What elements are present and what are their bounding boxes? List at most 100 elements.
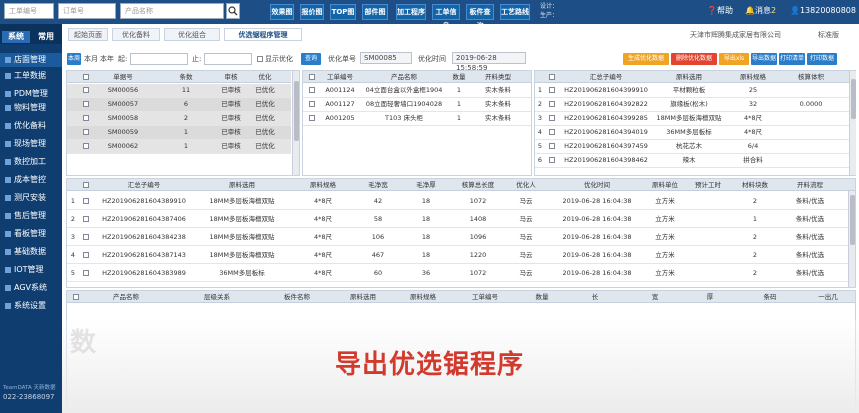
opt-no-field[interactable]: SM00085: [360, 52, 412, 64]
date-to-input[interactable]: [204, 53, 252, 65]
tab-common[interactable]: 常用: [32, 31, 60, 43]
sidebar-item-12[interactable]: IOT管理: [0, 263, 62, 277]
col4-cut-process[interactable]: 开料流程: [779, 179, 841, 191]
col-cut-type[interactable]: 开料类型: [473, 71, 523, 83]
table3-row[interactable]: 1 HZ201906281604399910 平材颗粒板 25: [535, 84, 849, 98]
col5-product-name[interactable]: 产品名称: [81, 291, 171, 303]
col4-spec[interactable]: 原料规格: [289, 179, 357, 191]
sidebar-item-8[interactable]: 测尺安装: [0, 191, 62, 205]
col5-length[interactable]: 长: [565, 291, 625, 303]
col5-panel-name[interactable]: 板件名称: [263, 291, 331, 303]
table1-row[interactable]: SM00059 1 已审核 已优化: [67, 126, 291, 140]
help-link[interactable]: ❓帮助: [707, 5, 733, 17]
part-diagram-button[interactable]: 部件图: [362, 4, 388, 20]
table4-row[interactable]: 1 HZ201906281604389910 18MM多层板海檀双贴 4*8尺 42 18…: [67, 192, 848, 210]
table4-scrollbar[interactable]: [848, 191, 855, 287]
table4-row[interactable]: 5 HZ201906281604383989 36MM多层板标 4*8尺 60 36 107…: [67, 264, 848, 282]
col4-total-length[interactable]: 核算总长度: [453, 179, 503, 191]
col5-yield[interactable]: 一出几: [805, 291, 851, 303]
tab-opt-material[interactable]: 优化备料: [112, 28, 160, 41]
table3-row[interactable]: 5 HZ201906281604397459 杭花芯木 6/4: [535, 140, 849, 154]
filter-this-year[interactable]: 本年: [100, 53, 114, 65]
print-data-button[interactable]: 打印数据: [807, 53, 837, 65]
generate-optimization-button[interactable]: 生成优化数据: [623, 53, 669, 65]
table3-row[interactable]: 2 HZ201906281604392822 旗缘板(松木) 32 0.0000: [535, 98, 849, 112]
table2-row[interactable]: A001124 04立面台盒以外盒框1904 1 实木条料: [303, 84, 531, 98]
table2-select-all[interactable]: [309, 74, 315, 80]
col-qty[interactable]: 数量: [445, 71, 473, 83]
col4-opt-time[interactable]: 优化时间: [549, 179, 645, 191]
col-summary-no[interactable]: 汇总子编号: [559, 71, 653, 83]
row-checkbox[interactable]: [83, 216, 89, 222]
table1-row[interactable]: SM00062 1 已审核 已优化: [67, 140, 291, 154]
workorder-search-input[interactable]: 工单编号: [4, 3, 54, 19]
col5-hierarchy[interactable]: 层级关系: [171, 291, 263, 303]
col5-workorder-no[interactable]: 工单编号: [451, 291, 519, 303]
col5-width[interactable]: 宽: [625, 291, 685, 303]
sidebar-item-13[interactable]: AGV系统: [0, 281, 62, 295]
row-checkbox[interactable]: [83, 252, 89, 258]
sidebar-item-11[interactable]: 基础数据: [0, 245, 62, 259]
panel-query-button[interactable]: 板件查询: [466, 4, 494, 30]
col4-summary-no[interactable]: 汇总子编号: [93, 179, 195, 191]
date-from-input[interactable]: [130, 53, 188, 65]
table4-row[interactable]: 3 HZ201906281604384238 18MM多层板海檀双贴 4*8尺 106 1…: [67, 228, 848, 246]
col-audit[interactable]: 审核: [219, 71, 243, 83]
table4-row[interactable]: 4 HZ201906281604387143 18MM多层板海檀双贴 4*8尺 467 1…: [67, 246, 848, 264]
sidebar-item-7[interactable]: 成本管控: [0, 173, 62, 187]
sidebar-item-4[interactable]: 优化备料: [0, 119, 62, 133]
sidebar-item-2[interactable]: PDM管理: [0, 87, 62, 101]
table3-select-all[interactable]: [549, 74, 555, 80]
row-checkbox[interactable]: [309, 87, 315, 93]
table3-scrollbar[interactable]: [849, 71, 856, 175]
col-product-name[interactable]: 产品名称: [363, 71, 445, 83]
product-search-input[interactable]: 产品名称: [120, 3, 224, 19]
workorder-info-button[interactable]: 工单信息: [432, 4, 460, 30]
sidebar-item-10[interactable]: 看板管理: [0, 227, 62, 241]
row-checkbox[interactable]: [83, 129, 89, 135]
row-checkbox[interactable]: [309, 115, 315, 121]
col5-material[interactable]: 原料选用: [331, 291, 395, 303]
machining-program-button[interactable]: 加工程序: [396, 4, 426, 20]
effect-diagram-button[interactable]: 效果图: [270, 4, 294, 20]
table4-select-all[interactable]: [83, 182, 89, 188]
col4-rough-thickness[interactable]: 毛净厚: [399, 179, 453, 191]
top-diagram-button[interactable]: TOP图: [330, 4, 356, 20]
sidebar-item-6[interactable]: 数控加工: [0, 155, 62, 169]
sidebar-item-9[interactable]: 售后管理: [0, 209, 62, 223]
row-checkbox[interactable]: [83, 143, 89, 149]
tab-system[interactable]: 系统: [2, 31, 30, 43]
col4-optimizer[interactable]: 优化人: [503, 179, 549, 191]
export-xls-button[interactable]: 导出xls: [719, 53, 749, 65]
row-checkbox[interactable]: [549, 143, 555, 149]
table3-row[interactable]: 3 HZ201906281604399285 18MM多层板海檀双贴 4*8尺: [535, 112, 849, 126]
filter-this-week[interactable]: 本周: [67, 53, 81, 65]
sidebar-item-0[interactable]: 店面管理: [0, 53, 62, 67]
tab-opt-combo[interactable]: 优化组合: [164, 28, 220, 41]
export-data-button[interactable]: 导出数据: [751, 53, 777, 65]
table1-row[interactable]: SM00058 2 已审核 已优化: [67, 112, 291, 126]
query-button[interactable]: 查询: [301, 53, 321, 65]
row-checkbox[interactable]: [83, 198, 89, 204]
user-menu[interactable]: 👤13820080808: [790, 5, 856, 17]
col5-thickness[interactable]: 厚: [685, 291, 735, 303]
table1-scrollbar[interactable]: [292, 71, 299, 175]
table3-row[interactable]: 6 HZ201906281604398462 辣木 拼合料: [535, 154, 849, 168]
table4-row[interactable]: 2 HZ201906281604387406 18MM多层板海檀双贴 4*8尺 58 18…: [67, 210, 848, 228]
col4-block-count[interactable]: 材料块数: [731, 179, 779, 191]
sidebar-item-1[interactable]: 工单数据: [0, 69, 62, 83]
table1-select-all[interactable]: [83, 74, 89, 80]
row-checkbox[interactable]: [83, 101, 89, 107]
col-optimized[interactable]: 优化: [243, 71, 287, 83]
row-checkbox[interactable]: [83, 115, 89, 121]
filter-this-month[interactable]: 本月: [84, 53, 98, 65]
delete-optimization-button[interactable]: 删除优化数据: [671, 53, 717, 65]
opt-time-field[interactable]: 2019-06-28 15:58:59: [452, 52, 526, 72]
col-material[interactable]: 原料选用: [653, 71, 725, 83]
search-button[interactable]: [226, 3, 240, 19]
row-checkbox[interactable]: [549, 129, 555, 135]
row-checkbox[interactable]: [83, 270, 89, 276]
print-list-button[interactable]: 打印清单: [779, 53, 805, 65]
row-checkbox[interactable]: [309, 101, 315, 107]
quote-diagram-button[interactable]: 报价图: [300, 4, 324, 20]
